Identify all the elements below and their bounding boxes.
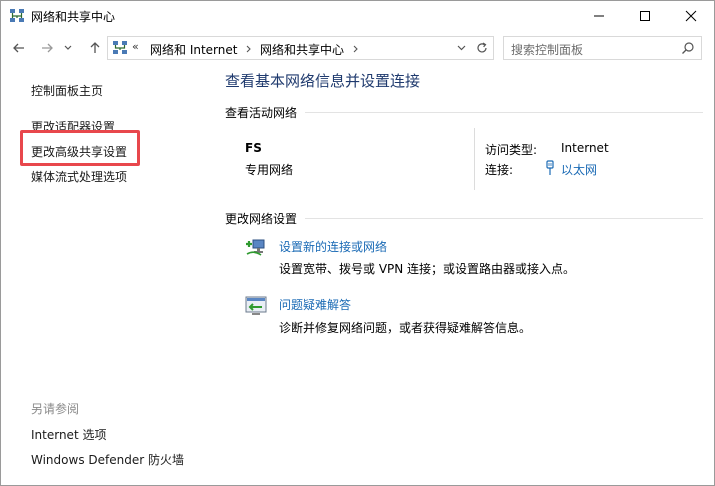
network-type: 专用网络 (245, 163, 294, 177)
sidebar-link-internet-options[interactable]: Internet 选项 (31, 426, 106, 443)
navigation-bar: « 网络和 Internet 网络和共享中心 搜索控制面板 (1, 33, 714, 63)
chevron-right-icon[interactable] (353, 45, 359, 53)
refresh-button[interactable] (473, 40, 491, 56)
vertical-divider (474, 128, 475, 190)
address-dropdown-button[interactable] (452, 40, 470, 56)
breadcrumb-sharing-center[interactable]: 网络和共享中心 (260, 41, 344, 58)
close-button[interactable] (668, 1, 714, 31)
recent-locations-button[interactable] (61, 37, 75, 59)
sidebar-link-control-panel-home[interactable]: 控制面板主页 (31, 82, 103, 99)
search-input[interactable]: 搜索控制面板 (511, 41, 583, 58)
change-settings-heading: 更改网络设置 (225, 212, 298, 226)
back-arrow-icon (13, 43, 24, 53)
active-networks-heading: 查看活动网络 (225, 106, 298, 120)
network-center-icon (10, 9, 24, 22)
page-title: 查看基本网络信息并设置连接 (225, 72, 421, 90)
address-bar[interactable]: « 网络和 Internet 网络和共享中心 (107, 36, 494, 60)
window: 网络和共享中心 « 网络和 Internet 网络和共享中心 搜索控制面板 控制… (0, 0, 715, 486)
troubleshoot-problems-link[interactable]: 问题疑难解答 (279, 296, 351, 313)
forward-button[interactable] (37, 37, 57, 59)
breadcrumb-network-internet[interactable]: 网络和 Internet (150, 41, 237, 58)
access-type-value: Internet (561, 141, 609, 155)
forward-arrow-icon (42, 43, 53, 53)
network-name: FS (245, 141, 262, 155)
setup-new-connection-link[interactable]: 设置新的连接或网络 (279, 238, 387, 255)
sidebar-link-media-streaming-options[interactable]: 媒体流式处理选项 (31, 168, 127, 185)
ethernet-link[interactable]: 以太网 (561, 161, 597, 178)
sidebar-link-change-advanced-sharing-settings[interactable]: 更改高级共享设置 (31, 143, 127, 160)
refresh-icon (477, 42, 487, 53)
sidebar-link-windows-defender-firewall[interactable]: Windows Defender 防火墙 (31, 451, 184, 468)
troubleshoot-icon (245, 296, 267, 315)
minimize-icon (594, 15, 604, 17)
chevron-right-icon[interactable] (246, 45, 252, 53)
breadcrumb-overflow[interactable]: « (132, 40, 139, 53)
search-box[interactable]: 搜索控制面板 (503, 36, 702, 60)
up-button[interactable] (85, 37, 105, 59)
troubleshoot-problems-description: 诊断并修复网络问题，或者获得疑难解答信息。 (279, 321, 532, 335)
ethernet-icon (546, 160, 554, 175)
see-also-heading: 另请参阅 (31, 402, 80, 416)
section-divider (305, 112, 703, 113)
new-connection-icon (246, 239, 265, 256)
close-icon (685, 10, 697, 22)
chevron-down-icon (64, 45, 72, 50)
setup-new-connection-description: 设置宽带、拨号或 VPN 连接；或设置路由器或接入点。 (279, 262, 576, 276)
back-button[interactable] (9, 37, 29, 59)
title-bar: 网络和共享中心 (1, 1, 714, 31)
window-title: 网络和共享中心 (31, 10, 116, 24)
search-icon (682, 42, 694, 54)
access-type-label: 访问类型: (485, 143, 538, 157)
chevron-down-icon (457, 45, 465, 51)
up-arrow-icon (90, 42, 100, 53)
section-divider (305, 218, 703, 219)
network-center-icon (113, 41, 127, 54)
maximize-icon (640, 11, 650, 21)
maximize-button[interactable] (622, 1, 668, 31)
connections-label: 连接: (485, 163, 514, 177)
minimize-button[interactable] (576, 1, 622, 31)
